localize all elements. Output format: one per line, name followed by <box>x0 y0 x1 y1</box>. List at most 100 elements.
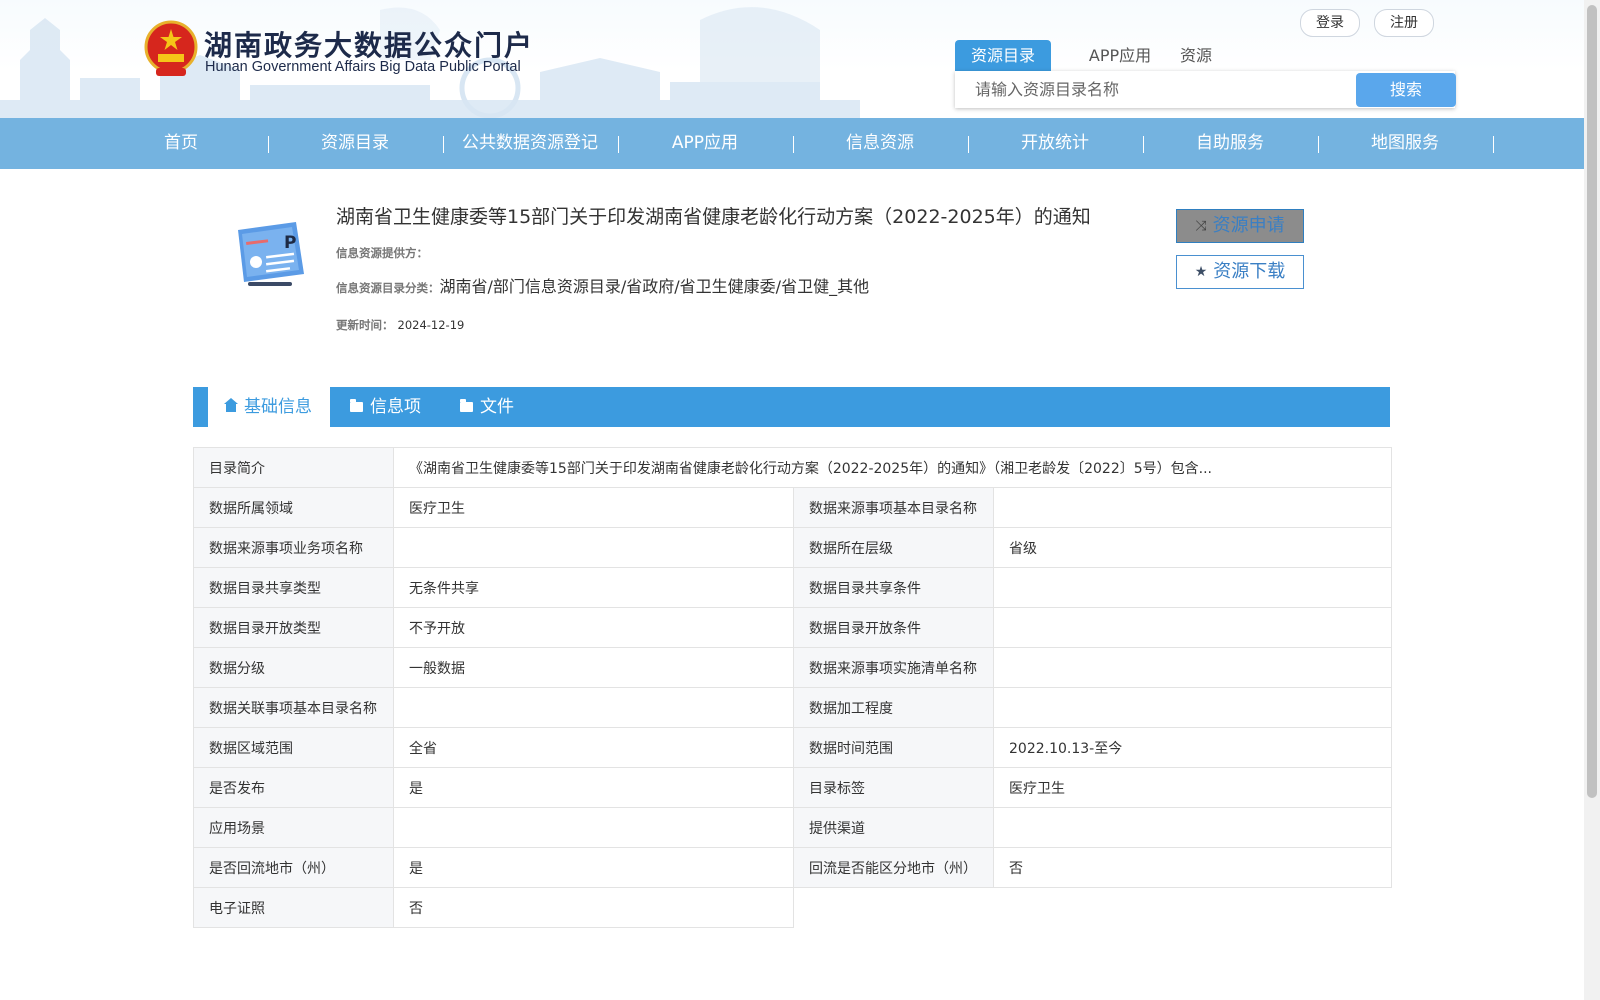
field-value: 是 <box>393 847 794 888</box>
field-value <box>992 807 1393 848</box>
update-value: 2024-12-19 <box>397 318 465 332</box>
field-value: 2022.10.13-至今 <box>992 727 1393 768</box>
provider-row: 信息资源提供方： <box>336 242 428 261</box>
field-value: 否 <box>393 887 794 928</box>
field-value: 无条件共享 <box>393 567 794 608</box>
field-label: 数据来源事项实施清单名称 <box>793 647 994 688</box>
field-value <box>393 527 794 568</box>
field-label: 目录标签 <box>793 767 994 808</box>
tab-info-items-label: 信息项 <box>370 397 421 417</box>
empty-cell <box>993 887 1392 928</box>
table-row: 电子证照 否 <box>193 887 1392 928</box>
nav-item-catalog[interactable]: 资源目录 <box>268 118 442 169</box>
table-row: 数据分级 一般数据 数据来源事项实施清单名称 <box>193 647 1393 688</box>
table-row: 数据目录共享类型 无条件共享 数据目录共享条件 <box>193 567 1393 608</box>
main-nav: 首页 资源目录 公共数据资源登记 APP应用 信息资源 开放统计 自助服务 地图… <box>0 118 1584 169</box>
field-value <box>992 607 1393 648</box>
field-value: 不予开放 <box>393 607 794 648</box>
page-scrollbar[interactable] <box>1584 0 1600 1000</box>
update-row: 更新时间： 2024-12-19 <box>336 314 464 333</box>
field-label: 数据来源事项基本目录名称 <box>793 487 994 528</box>
field-label: 数据关联事项基本目录名称 <box>193 687 394 728</box>
table-row: 数据目录开放类型 不予开放 数据目录开放条件 <box>193 607 1393 648</box>
field-value: 医疗卫生 <box>992 767 1393 808</box>
login-button[interactable]: 登录 <box>1300 9 1360 37</box>
portal-title-en: Hunan Government Affairs Big Data Public… <box>205 59 521 75</box>
nav-item-statistics[interactable]: 开放统计 <box>968 118 1142 169</box>
empty-cell <box>793 887 994 928</box>
field-label: 数据目录共享条件 <box>793 567 994 608</box>
nav-separator <box>1493 136 1494 153</box>
nav-item-home[interactable]: 首页 <box>94 118 268 169</box>
field-label: 数据所在层级 <box>793 527 994 568</box>
svg-text:P: P <box>284 233 296 253</box>
nav-item-map[interactable]: 地图服务 <box>1318 118 1492 169</box>
update-label: 更新时间： <box>336 318 394 332</box>
table-row: 数据关联事项基本目录名称 数据加工程度 <box>193 687 1393 728</box>
table-row: 数据所属领域 医疗卫生 数据来源事项基本目录名称 <box>193 487 1393 528</box>
search-tab-app[interactable]: APP应用 <box>1072 40 1168 71</box>
field-value <box>393 807 794 848</box>
nav-item-info-resources[interactable]: 信息资源 <box>793 118 967 169</box>
table-row: 数据区域范围 全省 数据时间范围 2022.10.13-至今 <box>193 727 1393 768</box>
nav-item-self-service[interactable]: 自助服务 <box>1143 118 1317 169</box>
summary-value: 《湖南省卫生健康委等15部门关于印发湖南省健康老龄化行动方案（2022-2025… <box>392 447 1393 488</box>
document-p-icon: P <box>238 222 304 286</box>
field-label: 数据时间范围 <box>793 727 994 768</box>
field-label: 数据来源事项业务项名称 <box>193 527 394 568</box>
scrollbar-thumb[interactable] <box>1587 5 1597 798</box>
tab-basic-info[interactable]: 基础信息 <box>208 387 330 427</box>
search-tab-catalog[interactable]: 资源目录 <box>955 40 1051 71</box>
field-label: 数据加工程度 <box>793 687 994 728</box>
provider-label: 信息资源提供方： <box>336 246 428 260</box>
download-resource-button[interactable]: ★ 资源下载 <box>1176 255 1304 289</box>
field-label: 提供渠道 <box>793 807 994 848</box>
national-emblem-logo <box>144 20 198 76</box>
portal-title-cn: 湖南政务大数据公众门户 <box>204 29 535 62</box>
field-label: 应用场景 <box>193 807 394 848</box>
star-icon: ★ <box>1194 264 1208 280</box>
field-label: 电子证照 <box>193 887 394 928</box>
field-label: 数据分级 <box>193 647 394 688</box>
field-value: 是 <box>393 767 794 808</box>
field-value <box>992 487 1393 528</box>
basic-info-table: 目录简介 《湖南省卫生健康委等15部门关于印发湖南省健康老龄化行动方案（2022… <box>193 447 1393 928</box>
field-label: 数据目录共享类型 <box>193 567 394 608</box>
field-label: 是否发布 <box>193 767 394 808</box>
search-input[interactable] <box>955 71 1347 108</box>
table-row: 数据来源事项业务项名称 数据所在层级 省级 <box>193 527 1393 568</box>
field-value: 一般数据 <box>393 647 794 688</box>
shuffle-icon: ⤨ <box>1195 218 1207 234</box>
field-value <box>992 647 1393 688</box>
tab-files[interactable]: 文件 <box>460 387 514 427</box>
field-value: 全省 <box>393 727 794 768</box>
nav-item-app[interactable]: APP应用 <box>618 118 792 169</box>
field-label: 数据目录开放类型 <box>193 607 394 648</box>
apply-label: 资源申请 <box>1212 215 1285 236</box>
register-button[interactable]: 注册 <box>1374 9 1434 37</box>
table-row: 是否回流地市（州） 是 回流是否能区分地市（州） 否 <box>193 847 1393 888</box>
tab-basic-info-label: 基础信息 <box>244 397 312 417</box>
detail-tabbar: 基础信息 信息项 文件 <box>193 387 1390 427</box>
table-row: 是否发布 是 目录标签 医疗卫生 <box>193 767 1393 808</box>
home-icon <box>224 398 238 412</box>
field-value <box>992 567 1393 608</box>
folder-icon <box>350 399 363 412</box>
apply-resource-button[interactable]: ⤨ 资源申请 <box>1176 209 1304 243</box>
resource-title: 湖南省卫生健康委等15部门关于印发湖南省健康老龄化行动方案（2022-2025年… <box>336 206 1091 228</box>
field-label: 数据所属领域 <box>193 487 394 528</box>
search-button[interactable]: 搜索 <box>1356 73 1456 107</box>
download-label: 资源下载 <box>1213 261 1286 282</box>
catalog-row: 信息资源目录分类：湖南省/部门信息资源目录/省政府/省卫生健康委/省卫健_其他 <box>336 273 869 297</box>
catalog-label: 信息资源目录分类： <box>336 281 440 295</box>
field-label: 回流是否能区分地市（州） <box>793 847 994 888</box>
field-value: 医疗卫生 <box>393 487 794 528</box>
field-value <box>992 687 1393 728</box>
table-row: 目录简介 《湖南省卫生健康委等15部门关于印发湖南省健康老龄化行动方案（2022… <box>193 447 1393 488</box>
field-value: 省级 <box>992 527 1393 568</box>
field-value <box>393 687 794 728</box>
nav-item-registration[interactable]: 公共数据资源登记 <box>443 118 617 169</box>
field-label: 数据目录开放条件 <box>793 607 994 648</box>
search-tab-resource[interactable]: 资源 <box>1170 40 1222 71</box>
tab-info-items[interactable]: 信息项 <box>350 387 421 427</box>
